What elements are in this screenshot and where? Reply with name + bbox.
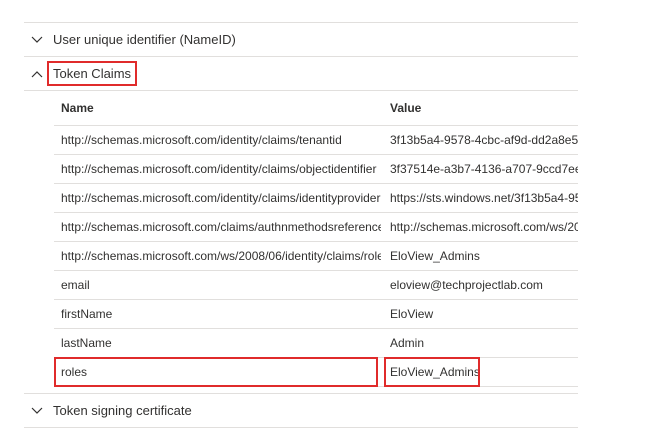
claim-name: http://schemas.microsoft.com/identity/cl… xyxy=(61,133,342,147)
token-claims-table: Name Value http://schemas.microsoft.com/… xyxy=(24,90,578,387)
claim-value: EloView xyxy=(390,307,434,321)
claim-name: roles xyxy=(61,365,88,379)
claim-name: http://schemas.microsoft.com/ws/2008/06/… xyxy=(61,249,381,263)
table-row: http://schemas.microsoft.com/identity/cl… xyxy=(54,125,578,154)
section-signing-header[interactable]: Token signing certificate xyxy=(24,393,578,428)
claim-name: http://schemas.microsoft.com/claims/auth… xyxy=(61,220,381,234)
table-row: lastName Admin xyxy=(54,328,578,357)
claim-name: http://schemas.microsoft.com/identity/cl… xyxy=(61,191,381,205)
claim-value: Admin xyxy=(390,336,425,350)
table-body: http://schemas.microsoft.com/identity/cl… xyxy=(54,125,578,387)
claim-name: email xyxy=(61,278,90,292)
claim-name: http://schemas.microsoft.com/identity/cl… xyxy=(61,162,377,176)
section-token-claims-header[interactable]: Token Claims xyxy=(24,56,578,90)
table-row: http://schemas.microsoft.com/ws/2008/06/… xyxy=(54,241,578,270)
claim-value: EloView_Admins xyxy=(390,365,480,379)
table-header: Name Value xyxy=(24,91,578,125)
table-row: email eloview@techprojectlab.com xyxy=(54,270,578,299)
table-row: http://schemas.microsoft.com/claims/auth… xyxy=(54,212,578,241)
chevron-down-icon xyxy=(29,32,45,48)
section-signing-title: Token signing certificate xyxy=(53,403,192,418)
table-row-roles: roles EloView_Admins xyxy=(54,357,578,387)
section-token-claims-title: Token Claims xyxy=(47,61,138,86)
claim-value: 3f37514e-a3b7-4136-a707-9ccd7eefc xyxy=(390,162,578,176)
column-header-name: Name xyxy=(61,101,94,115)
claim-value: http://schemas.microsoft.com/ws/200 xyxy=(390,220,578,234)
chevron-down-icon xyxy=(29,403,45,419)
claim-value: EloView_Admins xyxy=(390,249,480,263)
claim-value: 3f13b5a4-9578-4cbc-af9d-dd2a8e53c xyxy=(390,133,578,147)
claim-value: eloview@techprojectlab.com xyxy=(390,278,543,292)
section-nameid-title: User unique identifier (NameID) xyxy=(53,32,236,47)
section-nameid-header[interactable]: User unique identifier (NameID) xyxy=(24,22,578,56)
claim-value: https://sts.windows.net/3f13b5a4-957 xyxy=(390,191,578,205)
claim-name: lastName xyxy=(61,336,112,350)
table-row: http://schemas.microsoft.com/identity/cl… xyxy=(54,183,578,212)
table-row: firstName EloView xyxy=(54,299,578,328)
table-row: http://schemas.microsoft.com/identity/cl… xyxy=(54,154,578,183)
claim-name: firstName xyxy=(61,307,113,321)
chevron-up-icon xyxy=(29,66,45,82)
column-header-value: Value xyxy=(390,101,422,115)
token-details-panel: User unique identifier (NameID) Token Cl… xyxy=(24,22,578,428)
